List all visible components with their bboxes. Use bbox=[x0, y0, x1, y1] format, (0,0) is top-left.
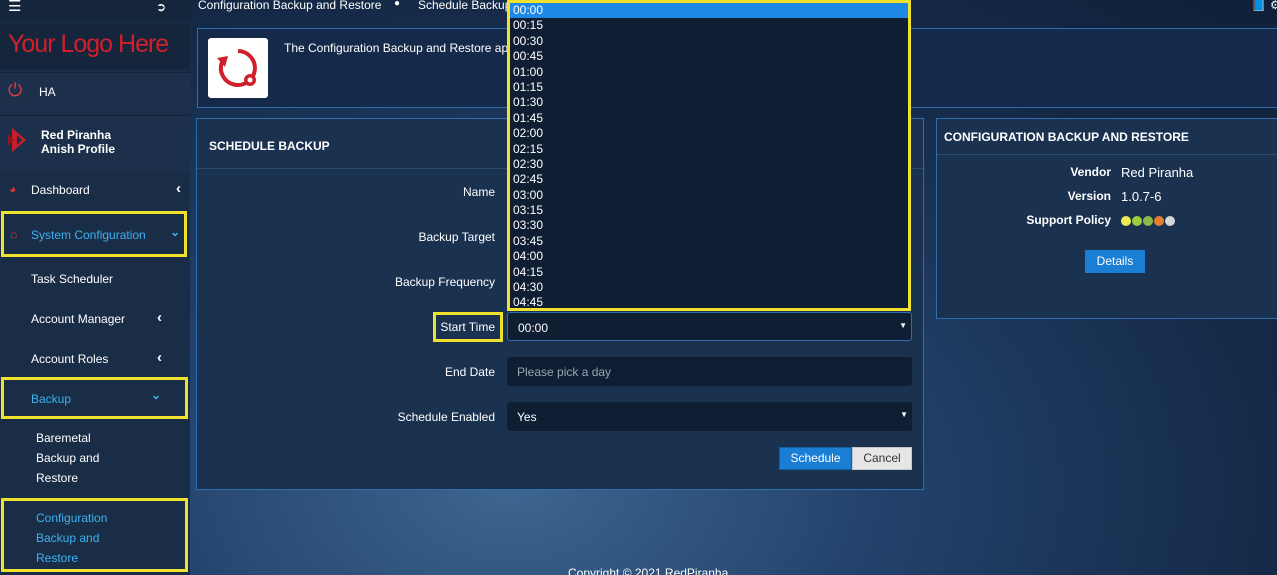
backup-target-label: Backup Target bbox=[418, 230, 496, 244]
schedule-enabled-value: Yes bbox=[517, 410, 537, 424]
support-level-dot bbox=[1121, 216, 1131, 226]
sidebar-item-backup[interactable]: Backup ⌄ bbox=[1, 377, 188, 419]
start-time-option[interactable]: 04:45 bbox=[510, 295, 908, 308]
ha-label: HA bbox=[39, 85, 56, 99]
home-icon: ⌂ bbox=[10, 227, 18, 241]
sidebar-subitem-configuration-backup[interactable]: Configuration Backup and Restore bbox=[36, 508, 186, 568]
start-time-option[interactable]: 00:30 bbox=[510, 34, 908, 49]
end-date-input[interactable]: Please pick a day bbox=[507, 357, 912, 386]
support-level-dot bbox=[1165, 216, 1175, 226]
panel-header: CONFIGURATION BACKUP AND RESTORE bbox=[937, 119, 1277, 155]
ha-item[interactable]: ⏻ HA bbox=[0, 72, 190, 112]
end-date-label: End Date bbox=[444, 365, 495, 379]
vendor-value: Red Piranha bbox=[1121, 165, 1194, 180]
backup-frequency-label: Backup Frequency bbox=[394, 275, 495, 289]
start-time-option[interactable]: 04:30 bbox=[510, 280, 908, 295]
caret-down-icon: ▼ bbox=[899, 321, 907, 330]
subitem-label-line: Configuration bbox=[36, 511, 108, 525]
book-icon[interactable]: 📘 bbox=[1251, 0, 1266, 12]
cancel-button[interactable]: Cancel bbox=[852, 447, 912, 470]
panel-title: SCHEDULE BACKUP bbox=[209, 139, 330, 153]
sidebar-item-label: Task Scheduler bbox=[31, 272, 114, 286]
settings-icon[interactable]: ⚙ bbox=[1270, 0, 1277, 12]
backup-restore-icon bbox=[208, 38, 268, 98]
sidebar-item-task-scheduler[interactable]: Task Scheduler bbox=[0, 260, 190, 298]
sidebar-item-label: Account Roles bbox=[31, 352, 109, 366]
support-level-dot bbox=[1132, 216, 1142, 226]
profile[interactable]: Red Piranha Anish Profile bbox=[0, 115, 190, 171]
start-time-select[interactable]: 00:00 ▼ bbox=[507, 312, 912, 341]
sidebar-item-account-roles[interactable]: Account Roles ‹ bbox=[0, 340, 190, 378]
start-time-dropdown-list[interactable]: 00:00 00:15 00:30 00:45 01:00 01:15 01:30 01:45… bbox=[507, 0, 911, 311]
red-piranha-icon bbox=[8, 128, 26, 152]
vendor-label: Vendor bbox=[1070, 165, 1111, 179]
support-level-dot bbox=[1154, 216, 1164, 226]
power-icon: ⏻ bbox=[8, 80, 23, 100]
support-policy-label: Support Policy bbox=[1026, 213, 1111, 227]
name-label: Name bbox=[462, 185, 495, 199]
sidebar-subitem-baremetal-backup[interactable]: Baremetal Backup and Restore bbox=[36, 428, 186, 488]
chevron-left-icon: ‹ bbox=[157, 309, 162, 326]
version-value: 1.0.7-6 bbox=[1121, 189, 1162, 204]
sidebar-topbar: ☰ ➲ bbox=[0, 0, 190, 22]
start-time-option[interactable]: 04:00 bbox=[510, 249, 908, 264]
details-button[interactable]: Details bbox=[1085, 250, 1145, 273]
support-level-dot bbox=[1143, 216, 1153, 226]
start-time-option[interactable]: 00:15 bbox=[510, 18, 908, 33]
start-time-option[interactable]: 00:00 bbox=[510, 3, 908, 19]
profile-subtitle: Anish Profile bbox=[41, 142, 116, 156]
subitem-label-line: Restore bbox=[36, 471, 79, 485]
start-time-option[interactable]: 02:30 bbox=[510, 157, 908, 172]
schedule-enabled-label: Schedule Enabled bbox=[397, 410, 495, 424]
start-time-option[interactable]: 03:30 bbox=[510, 218, 908, 233]
start-time-value: 00:00 bbox=[518, 321, 549, 335]
subitem-label-line: Restore bbox=[36, 551, 79, 565]
schedule-enabled-select[interactable]: Yes ▼ bbox=[507, 402, 912, 431]
start-time-option[interactable]: 04:15 bbox=[510, 265, 908, 280]
sidebar-item-label: System Configuration bbox=[31, 228, 146, 242]
sidebar-item-label: Dashboard bbox=[31, 183, 90, 197]
start-time-option[interactable]: 01:00 bbox=[510, 65, 908, 80]
version-label: Version bbox=[1067, 189, 1111, 203]
logout-icon[interactable]: ➲ bbox=[156, 0, 166, 14]
sidebar: ☰ ➲ Your Logo Here ⏻ HA Red Piranha Anis… bbox=[0, 0, 190, 575]
start-time-option[interactable]: 00:45 bbox=[510, 49, 908, 64]
subitem-label-line: Baremetal bbox=[36, 431, 91, 445]
schedule-button[interactable]: Schedule bbox=[779, 447, 852, 470]
sidebar-item-label: Backup bbox=[31, 392, 72, 406]
start-time-option[interactable]: 01:45 bbox=[510, 111, 908, 126]
start-time-option[interactable]: 03:15 bbox=[510, 203, 908, 218]
footer-copyright: Copyright © 2021 RedPiranha bbox=[568, 566, 729, 575]
breadcrumb-item[interactable]: Configuration Backup and Restore bbox=[198, 0, 381, 12]
app-info-panel: CONFIGURATION BACKUP AND RESTORE Vendor … bbox=[936, 118, 1277, 319]
hamburger-menu-icon[interactable]: ☰ bbox=[8, 0, 21, 14]
caret-down-icon: ▼ bbox=[900, 410, 908, 419]
start-time-option[interactable]: 01:30 bbox=[510, 95, 908, 110]
start-time-option[interactable]: 02:15 bbox=[510, 142, 908, 157]
sidebar-item-account-manager[interactable]: Account Manager ‹ bbox=[0, 300, 190, 338]
start-time-option[interactable]: 02:00 bbox=[510, 126, 908, 141]
sidebar-item-dashboard[interactable]: ◕ Dashboard ‹ bbox=[0, 171, 190, 209]
sidebar-item-label: Account Manager bbox=[31, 312, 126, 326]
support-policy-rating bbox=[1121, 215, 1176, 229]
subitem-label-line: Backup and bbox=[36, 531, 100, 545]
profile-name: Red Piranha bbox=[41, 128, 112, 142]
end-date-placeholder: Please pick a day bbox=[517, 365, 612, 379]
start-time-option[interactable]: 03:45 bbox=[510, 234, 908, 249]
start-time-label: Start Time bbox=[440, 320, 495, 334]
subitem-label-line: Backup and bbox=[36, 451, 100, 465]
chevron-left-icon: ‹ bbox=[157, 349, 162, 366]
panel-title: CONFIGURATION BACKUP AND RESTORE bbox=[944, 130, 1189, 144]
breadcrumb-separator-icon: ● bbox=[394, 0, 401, 9]
logo: Your Logo Here bbox=[0, 23, 190, 69]
chevron-down-icon: ⌄ bbox=[169, 225, 180, 239]
start-time-option[interactable]: 01:15 bbox=[510, 80, 908, 95]
start-time-option[interactable]: 03:00 bbox=[510, 188, 908, 203]
dashboard-icon: ◕ bbox=[9, 182, 17, 196]
chevron-down-icon: ⌄ bbox=[150, 388, 161, 402]
sidebar-item-system-configuration[interactable]: ⌂ System Configuration ⌄ bbox=[1, 211, 187, 257]
chevron-left-icon: ‹ bbox=[176, 180, 181, 197]
breadcrumb-item[interactable]: Schedule Backup bbox=[418, 0, 511, 12]
start-time-option[interactable]: 02:45 bbox=[510, 172, 908, 187]
